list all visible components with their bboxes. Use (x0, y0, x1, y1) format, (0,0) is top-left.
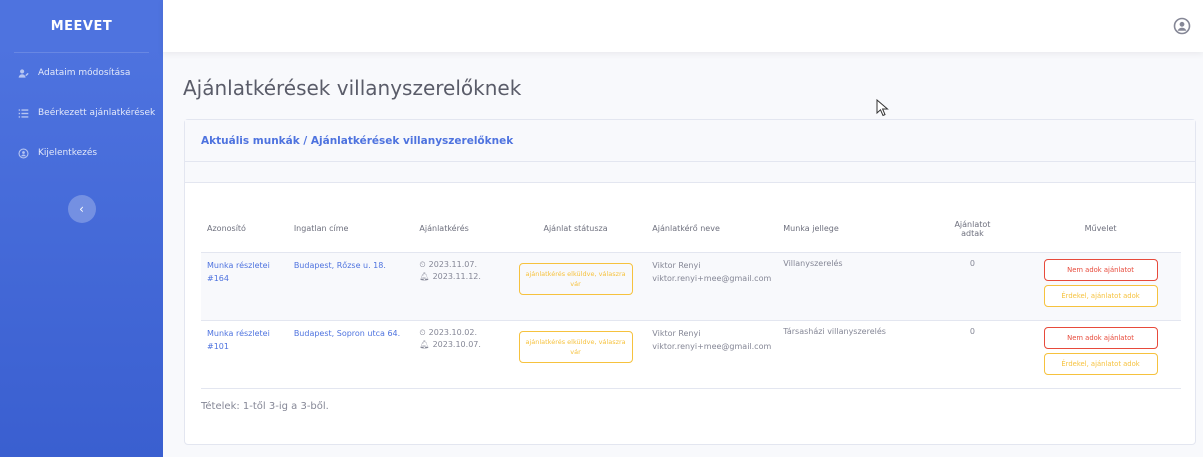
decline-offer-button[interactable]: Nem adok ajánlatot (1043, 258, 1158, 281)
column-header-address[interactable]: Ingatlan címe (287, 206, 414, 253)
sidebar-item-requests[interactable]: Beérkezett ajánlatkérések (0, 93, 163, 133)
sidebar: MEEVET Adataim módosítása Beérkezett ajá… (0, 0, 163, 457)
sidebar-item-label: Beérkezett ajánlatkérések (38, 108, 156, 118)
date-deadline-value: 2023.11.12. (432, 271, 481, 281)
sidebar-item-label: Kijelentkezés (38, 148, 98, 158)
requests-table: Azonosító Ingatlan címe Ajánlatkérés Ajá… (201, 206, 1181, 389)
sidebar-item-profile[interactable]: Adataim módosítása (0, 53, 163, 93)
list-icon (16, 106, 30, 120)
property-address: Budapest, Rőzse u. 18. (293, 260, 386, 270)
requests-card: Aktuális munkák / Ajánlatkérések villany… (184, 119, 1196, 445)
column-header-offered[interactable]: Ajánlatot adtak (924, 206, 1021, 253)
bell-icon: 🔔︎ (419, 271, 430, 281)
accept-offer-button[interactable]: Érdekel, ajánlatot adok (1043, 284, 1158, 307)
user-edit-icon (16, 66, 30, 80)
requester-name: Viktor Renyi (652, 328, 701, 338)
status-badge: ajánlatkérés elküldve, válaszra vár (518, 262, 633, 295)
date-created: ⏲ 2023.10.02. (419, 327, 498, 339)
column-header-requester[interactable]: Ajánlatkérő neve (646, 206, 778, 253)
clock-icon: ⏲ (419, 327, 426, 337)
column-header-id[interactable]: Azonosító (201, 206, 288, 253)
card-header: Aktuális munkák / Ajánlatkérések villany… (185, 120, 1195, 162)
job-details-link[interactable]: Munka részletei #164 (207, 259, 282, 285)
chevron-left-icon: ‹ (79, 202, 84, 216)
requester-email: viktor.renyi+mee@gmail.com (652, 273, 772, 283)
job-details-label: Munka részletei (207, 328, 270, 338)
sidebar-toggle-wrap: ‹ (0, 195, 163, 223)
page-title: Ajánlatkérések villanyszerelőknek (183, 76, 522, 100)
requester-name: Viktor Renyi (652, 260, 701, 270)
offered-count: 0 (969, 258, 975, 268)
pagination-info: Tételek: 1-től 3-ig a 3-ből. (201, 401, 329, 412)
job-details-link[interactable]: Munka részletei #101 (207, 327, 282, 353)
job-id: #164 (207, 273, 229, 283)
date-deadline: 🔔︎ 2023.10.07. (419, 339, 498, 351)
job-id: #101 (207, 341, 229, 351)
column-header-request[interactable]: Ajánlatkérés (413, 206, 505, 253)
sidebar-toggle-button[interactable]: ‹ (67, 195, 96, 223)
sidebar-item-label: Adataim módosítása (38, 68, 131, 78)
date-deadline: 🔔︎ 2023.11.12. (419, 271, 498, 283)
brand-logo[interactable]: MEEVET (0, 0, 163, 52)
topbar (163, 0, 1203, 52)
sidebar-item-logout[interactable]: Kijelentkezés (0, 133, 163, 173)
user-circle-icon[interactable] (1173, 17, 1191, 35)
bell-icon: 🔔︎ (419, 339, 430, 349)
status-badge: ajánlatkérés elküldve, válaszra vár (518, 330, 633, 363)
table-row: Munka részletei #164 Budapest, Rőzse u. … (201, 252, 1181, 321)
logout-icon (16, 146, 30, 160)
job-details-label: Munka részletei (207, 260, 270, 270)
column-header-action: Művelet (1020, 206, 1181, 253)
column-header-status[interactable]: Ajánlat státusza (504, 206, 647, 253)
date-created-value: 2023.11.07. (428, 259, 478, 269)
date-deadline-value: 2023.10.07. (432, 339, 481, 349)
column-header-work[interactable]: Munka jellege (777, 206, 925, 253)
work-type: Villanyszerelés (783, 258, 843, 268)
date-created-value: 2023.10.02. (428, 327, 478, 337)
requester-email: viktor.renyi+mee@gmail.com (652, 341, 772, 351)
offered-count: 0 (969, 326, 975, 336)
clock-icon: ⏲ (419, 259, 426, 269)
table-header-row: Azonosító Ingatlan címe Ajánlatkérés Ajá… (201, 206, 1181, 253)
accept-offer-button[interactable]: Érdekel, ajánlatot adok (1043, 352, 1158, 375)
work-type: Társasházi villanyszerelés (783, 326, 886, 336)
property-address: Budapest, Sopron utca 64. (293, 328, 401, 338)
table-row: Munka részletei #101 Budapest, Sopron ut… (201, 320, 1181, 389)
mouse-cursor-icon (876, 98, 890, 117)
date-created: ⏲ 2023.11.07. (419, 259, 498, 271)
filter-strip (185, 162, 1195, 183)
decline-offer-button[interactable]: Nem adok ajánlatot (1043, 326, 1158, 349)
breadcrumb: Aktuális munkák / Ajánlatkérések villany… (201, 134, 514, 147)
